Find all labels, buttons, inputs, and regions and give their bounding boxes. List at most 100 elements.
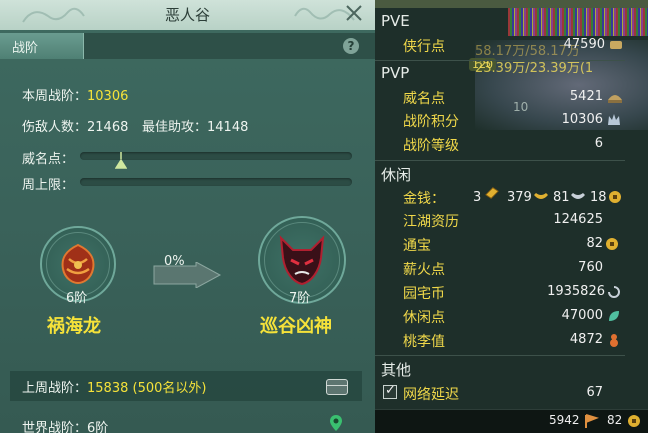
world-rank-value: 6阶 (87, 421, 109, 433)
currency-label: 薪火点 (403, 262, 445, 278)
currency-label: 园宅币 (403, 286, 445, 302)
currency-value: 6 (594, 136, 603, 151)
help-button[interactable]: ? (343, 38, 359, 54)
pvp-header: PVP (381, 64, 410, 82)
silver-ingot-icon (571, 193, 585, 199)
assist-row: 最佳助攻：14148 (142, 116, 248, 135)
latency-label: 网络延迟 (403, 387, 459, 403)
last-week-label: 上周战阶： (22, 381, 88, 396)
location-pin-icon[interactable] (329, 414, 343, 432)
close-button[interactable] (343, 1, 365, 25)
latency-value: 67 (586, 385, 603, 400)
other-header: 其他 (381, 361, 412, 379)
gold-ingot-icon (534, 193, 548, 199)
silver-value: 81 (553, 190, 570, 205)
currency-row: 薪火点 760 (403, 257, 633, 279)
last-week-row: 上周战阶：15838 (500名以外) (10, 371, 362, 401)
gourd-icon (610, 334, 618, 347)
currency-value: 5421 (569, 89, 603, 104)
current-tier: 6阶 (66, 291, 88, 306)
currency-value: 1935826 (547, 284, 605, 299)
money-label: 金钱： (403, 191, 445, 207)
helmet-icon (608, 95, 622, 103)
tab-rank-label: 战阶 (12, 41, 39, 56)
weekly-rank-row: 本周战阶：10306 (22, 85, 128, 104)
currency-row: 通宝 82 (403, 233, 633, 255)
currency-label: 江湖资历 (403, 214, 459, 230)
tab-rank[interactable]: 战阶 (0, 33, 84, 59)
currency-row: 威名点 5421 (403, 86, 633, 108)
currency-value: 760 (578, 260, 603, 275)
currency-row: 桃李值 4872 (403, 329, 633, 351)
dragon-emblem-icon (61, 243, 95, 285)
title-bar[interactable]: 恶人谷 (0, 0, 375, 30)
assist-value: 14148 (207, 120, 249, 135)
currency-label: 战阶等级 (403, 138, 459, 154)
reward-chest-button[interactable] (326, 379, 348, 395)
currency-row: 园宅币 1935826 (403, 281, 633, 303)
last-week-value: 15838 (500名以外) (87, 381, 207, 396)
kills-row: 伤敌人数：21468 (22, 116, 128, 135)
gold-value: 379 (507, 190, 532, 205)
last-week-text: 上周战阶：15838 (500名以外) (22, 377, 206, 396)
kills-value: 21468 (87, 120, 129, 135)
arrow-right-icon (153, 262, 222, 288)
current-rank-name: 祸海龙 (47, 316, 101, 337)
bottom-right-value: 82 (607, 413, 623, 427)
weekly-cap-bar (80, 178, 352, 186)
pve-header: PVE (381, 12, 410, 30)
window-title: 恶人谷 (164, 6, 210, 24)
leaf-icon (609, 311, 619, 321)
currency-value: 82 (586, 236, 603, 251)
world-rank-label: 世界战阶： (22, 421, 88, 433)
rank-panel: 恶人谷 战阶 ? 本周战阶：10306 伤敌人数：21468 最佳助攻：1414… (0, 0, 375, 433)
currency-label: 战阶积分 (403, 114, 459, 130)
world-rank-row: 世界战阶：6阶 (22, 417, 108, 433)
next-tier: 7阶 (289, 291, 311, 306)
tab-bar: 战阶 ? (0, 33, 375, 59)
top-strip (375, 0, 648, 8)
kills-label: 伤敌人数： (22, 120, 88, 135)
latency-row: 网络延迟 67 (403, 382, 633, 404)
latency-checkbox[interactable] (383, 383, 397, 399)
scroll-icon (610, 41, 622, 49)
currency-row: 战阶等级 6 (403, 133, 633, 155)
gold-brick-value: 3 (473, 190, 482, 205)
weekly-rank-label: 本周战阶： (22, 89, 88, 104)
next-rank-name: 巡谷凶神 (260, 316, 332, 337)
currency-row: 侠行点 47590 (403, 34, 633, 56)
crown-icon (608, 114, 620, 125)
flag-icon (585, 414, 599, 428)
currency-row: 江湖资历 124625 (403, 209, 633, 231)
bottom-bar: 5942 82 (375, 409, 648, 433)
currency-value: 4872 (569, 332, 603, 347)
currency-panel: 58.17万/58.17万 120 23.39万/23.39万(1 10 PVE… (375, 0, 648, 433)
leisure-header: 休闲 (381, 166, 412, 184)
currency-value: 47000 (561, 308, 603, 323)
copper-coin-icon (609, 191, 621, 203)
copper-value: 18 (590, 190, 607, 205)
coin-icon (628, 415, 640, 427)
marker-icon (115, 152, 127, 169)
coin-icon (606, 238, 618, 250)
weekly-rank-value: 10306 (87, 89, 129, 104)
close-icon (346, 5, 362, 21)
swirl-icon (608, 286, 620, 298)
currency-label: 威名点 (403, 91, 445, 107)
currency-label: 侠行点 (403, 39, 445, 55)
currency-label: 通宝 (403, 238, 431, 254)
currency-row: 休闲点 47000 (403, 305, 633, 327)
money-row: 金钱： 3 379 81 18 (403, 186, 648, 208)
gold-brick-icon (485, 187, 499, 199)
assist-label: 最佳助攻： (142, 120, 208, 135)
currency-row: 战阶积分 10306 (403, 109, 633, 131)
glitch-strip (508, 8, 648, 36)
weekly-cap-label: 周上限： (22, 178, 75, 193)
currency-value: 47590 (563, 37, 605, 52)
bottom-left-value: 5942 (549, 413, 580, 427)
currency-value: 10306 (561, 112, 603, 127)
currency-value: 124625 (553, 212, 603, 227)
currency-label: 桃李值 (403, 334, 445, 350)
demon-mask-icon (279, 235, 325, 286)
currency-label: 休闲点 (403, 310, 445, 326)
